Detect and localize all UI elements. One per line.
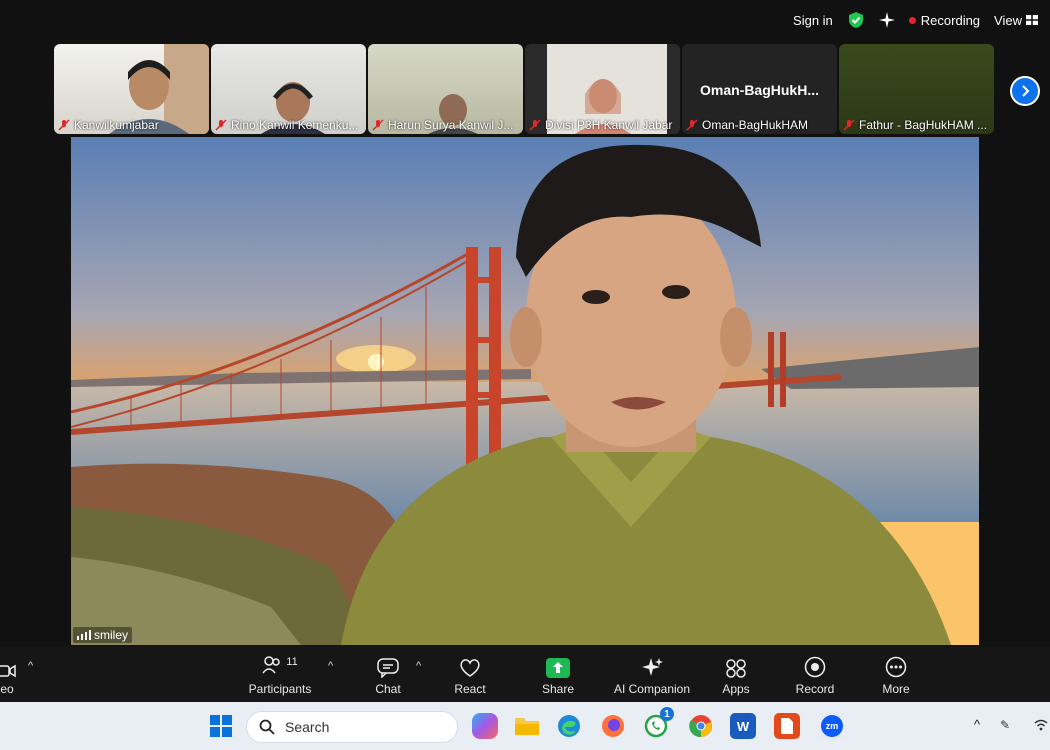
sign-in-link[interactable]: Sign in [793, 13, 833, 28]
record-icon [804, 656, 826, 678]
pdf-app-icon[interactable] [774, 713, 800, 739]
participant-name: Kanwilkumjabar [74, 118, 159, 132]
mic-muted-icon [58, 119, 70, 131]
participants-icon [262, 656, 281, 674]
participant-name: Rino Kanwil Kemenku... [231, 118, 359, 132]
react-button[interactable]: React [450, 646, 490, 702]
participant-name: Oman-BagHukHAM [702, 118, 809, 132]
top-bar: Sign in Recording View [0, 0, 1050, 40]
view-button[interactable]: View [994, 13, 1038, 28]
more-label: More [882, 682, 910, 696]
participants-icon-group: 11 [262, 656, 298, 678]
folder-icon [515, 718, 539, 735]
participant-name: Harun Surya Kanwil J... [388, 118, 514, 132]
share-screen-icon [546, 658, 570, 678]
edge-icon [558, 715, 580, 737]
chat-label: Chat [375, 682, 401, 696]
video-label: eo [0, 682, 14, 696]
mic-muted-icon [372, 119, 384, 131]
chat-button[interactable]: Chat [370, 646, 406, 702]
chat-icon [377, 658, 399, 678]
mic-muted-icon [215, 119, 227, 131]
wifi-icon[interactable] [1034, 719, 1048, 731]
whatsapp-badge: 1 [660, 707, 674, 721]
zoom-taskbar-button[interactable]: zm [816, 711, 848, 741]
participants-count: 11 [286, 656, 298, 668]
search-placeholder: Search [285, 719, 330, 735]
copilot-icon[interactable] [472, 713, 498, 739]
grid-icon [1026, 15, 1038, 25]
apps-button[interactable]: Apps [718, 646, 754, 702]
more-icon [885, 656, 907, 678]
chrome-icon[interactable] [688, 713, 714, 739]
file-explorer-icon[interactable] [514, 713, 540, 739]
recording-indicator[interactable]: Recording [908, 12, 981, 28]
ai-companion-icon [642, 658, 663, 676]
edge-browser-icon[interactable] [556, 713, 582, 739]
participant-name: Fathur - BagHukHAM ... [859, 118, 988, 132]
active-speaker-video[interactable]: smiley [71, 137, 979, 645]
document-icon [781, 718, 793, 734]
chevron-right-icon [1022, 85, 1030, 97]
video-camera-icon [0, 664, 16, 678]
participant-tile[interactable]: Fathur - BagHukHAM ... [839, 44, 994, 134]
participant-name: Divisi P3H Kanwil Jabar [545, 118, 673, 132]
taskbar-search[interactable]: Search [246, 711, 458, 743]
ai-sparkle-icon[interactable] [878, 12, 895, 28]
recording-dot-icon [908, 16, 916, 24]
chrome-logo-icon [689, 715, 712, 738]
apps-label: Apps [722, 682, 750, 696]
pen-input-icon[interactable]: ✎ [1000, 718, 1010, 732]
word-logo-icon: W [736, 718, 750, 734]
meeting-toolbar: eo ^ 11 Participants ^ Chat ^ React Shar… [0, 646, 1050, 702]
windows-logo-icon [210, 715, 232, 737]
next-page-button[interactable] [1010, 76, 1040, 106]
mic-muted-icon [686, 119, 698, 131]
record-button[interactable]: Record [792, 646, 838, 702]
chat-options-caret[interactable]: ^ [416, 660, 421, 672]
search-icon [259, 719, 275, 735]
participant-tile[interactable]: Divisi P3H Kanwil Jabar [525, 44, 680, 134]
speaker-name: smiley [94, 628, 129, 642]
word-icon[interactable]: W [730, 713, 756, 739]
share-label: Share [541, 682, 575, 696]
mic-muted-icon [843, 119, 855, 131]
heart-icon [460, 659, 480, 677]
apps-icon [726, 659, 746, 678]
speaker-name-tag: smiley [73, 627, 133, 643]
view-label: View [994, 12, 1022, 28]
participant-tile[interactable]: Rino Kanwil Kemenku... [211, 44, 366, 134]
more-button[interactable]: More [876, 646, 916, 702]
shield-icon[interactable] [847, 11, 865, 29]
participants-label: Participants [248, 682, 312, 696]
zoom-logo-icon: zm [821, 715, 843, 737]
record-label: Record [795, 682, 835, 696]
participants-options-caret[interactable]: ^ [328, 660, 333, 672]
video-button[interactable]: eo [0, 646, 22, 702]
windows-taskbar: Search 1 W zm ^ ✎ [0, 702, 1050, 750]
firefox-icon[interactable] [600, 713, 626, 739]
signal-icon [77, 630, 91, 640]
whatsapp-icon[interactable]: 1 [644, 707, 674, 739]
mic-muted-icon [529, 119, 541, 131]
video-options-caret[interactable]: ^ [28, 660, 33, 672]
participant-tile[interactable]: Harun Surya Kanwil J... [368, 44, 523, 134]
participant-tile[interactable]: Oman-BagHukH... Oman-BagHukHAM [682, 44, 837, 134]
share-button[interactable]: Share [538, 646, 578, 702]
chevron-up-icon[interactable]: ^ [974, 717, 980, 732]
participant-display-name: Oman-BagHukH... [699, 82, 819, 98]
ai-companion-button[interactable]: AI Companion [608, 646, 696, 702]
participant-strip: Kanwilkumjabar Rino Kanwil Kemenku... Ha… [54, 44, 996, 134]
participant-tile[interactable]: Kanwilkumjabar [54, 44, 209, 134]
ai-companion-label: AI Companion [613, 682, 691, 696]
firefox-logo-icon [602, 715, 624, 737]
speaker-video-frame [71, 137, 979, 645]
participants-button[interactable]: 11 Participants [246, 646, 314, 702]
react-label: React [454, 682, 486, 696]
recording-label: Recording [920, 12, 981, 28]
windows-start-icon[interactable] [208, 713, 234, 739]
